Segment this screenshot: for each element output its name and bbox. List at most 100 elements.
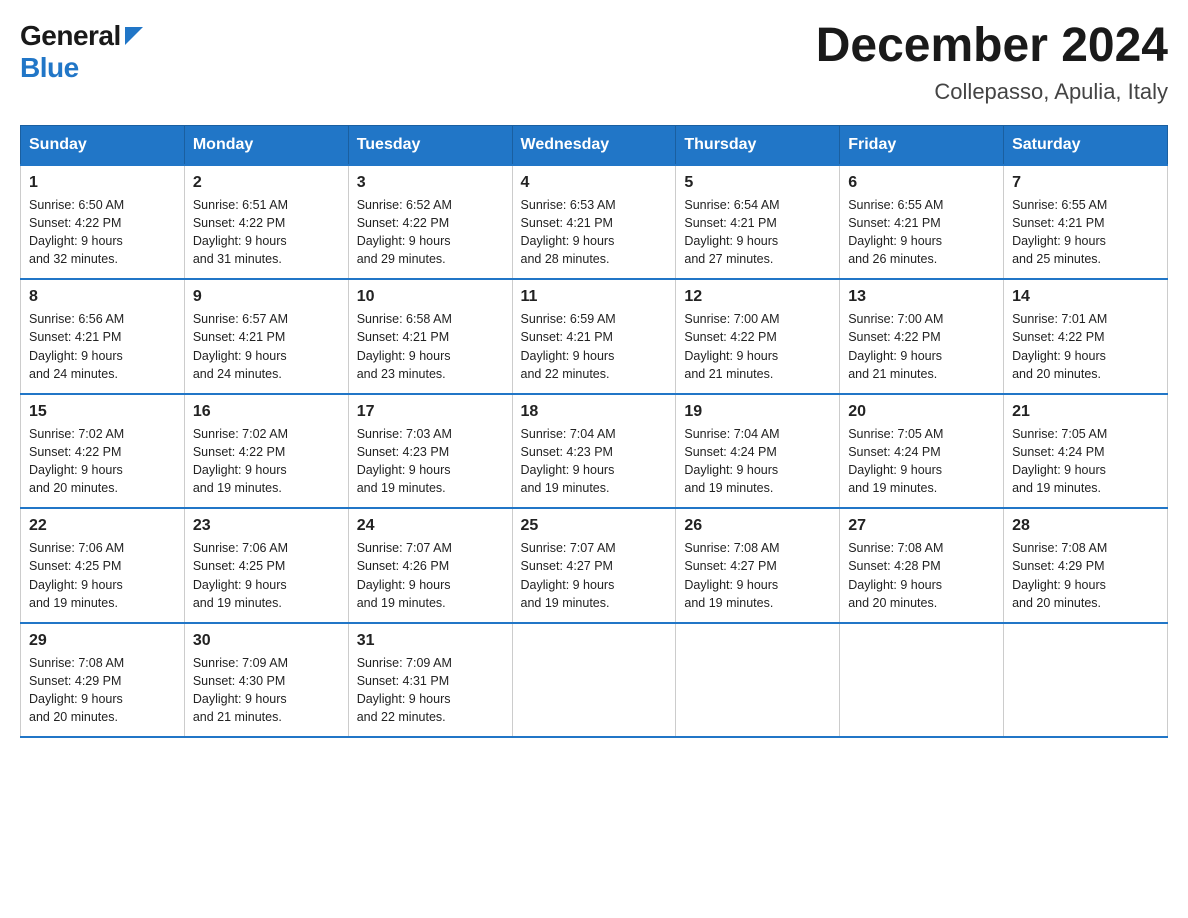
day-number: 5 [684,174,831,192]
day-number: 14 [1012,288,1159,306]
day-info: Sunrise: 7:02 AM Sunset: 4:22 PM Dayligh… [29,425,176,498]
day-number: 4 [521,174,668,192]
table-row: 15 Sunrise: 7:02 AM Sunset: 4:22 PM Dayl… [21,394,185,509]
table-row: 16 Sunrise: 7:02 AM Sunset: 4:22 PM Dayl… [184,394,348,509]
table-row: 11 Sunrise: 6:59 AM Sunset: 4:21 PM Dayl… [512,279,676,394]
day-number: 30 [193,632,340,650]
day-info: Sunrise: 7:00 AM Sunset: 4:22 PM Dayligh… [848,310,995,383]
table-row: 27 Sunrise: 7:08 AM Sunset: 4:28 PM Dayl… [840,508,1004,623]
logo-general-text: General [20,20,121,52]
day-number: 19 [684,403,831,421]
table-row: 10 Sunrise: 6:58 AM Sunset: 4:21 PM Dayl… [348,279,512,394]
day-info: Sunrise: 7:00 AM Sunset: 4:22 PM Dayligh… [684,310,831,383]
day-number: 8 [29,288,176,306]
day-info: Sunrise: 7:07 AM Sunset: 4:26 PM Dayligh… [357,539,504,612]
table-row: 21 Sunrise: 7:05 AM Sunset: 4:24 PM Dayl… [1004,394,1168,509]
day-info: Sunrise: 6:55 AM Sunset: 4:21 PM Dayligh… [1012,196,1159,269]
day-number: 22 [29,517,176,535]
day-number: 2 [193,174,340,192]
table-row: 5 Sunrise: 6:54 AM Sunset: 4:21 PM Dayli… [676,165,840,280]
page-header: General Blue December 2024 Collepasso, A… [20,20,1168,105]
day-number: 18 [521,403,668,421]
day-number: 13 [848,288,995,306]
day-info: Sunrise: 7:06 AM Sunset: 4:25 PM Dayligh… [193,539,340,612]
table-row: 3 Sunrise: 6:52 AM Sunset: 4:22 PM Dayli… [348,165,512,280]
day-info: Sunrise: 7:09 AM Sunset: 4:30 PM Dayligh… [193,654,340,727]
day-info: Sunrise: 6:56 AM Sunset: 4:21 PM Dayligh… [29,310,176,383]
table-row: 12 Sunrise: 7:00 AM Sunset: 4:22 PM Dayl… [676,279,840,394]
day-number: 29 [29,632,176,650]
day-number: 7 [1012,174,1159,192]
header-wednesday: Wednesday [512,125,676,165]
table-row: 29 Sunrise: 7:08 AM Sunset: 4:29 PM Dayl… [21,623,185,738]
day-info: Sunrise: 7:03 AM Sunset: 4:23 PM Dayligh… [357,425,504,498]
table-row: 20 Sunrise: 7:05 AM Sunset: 4:24 PM Dayl… [840,394,1004,509]
month-title: December 2024 [816,20,1168,73]
table-row: 25 Sunrise: 7:07 AM Sunset: 4:27 PM Dayl… [512,508,676,623]
table-row [676,623,840,738]
day-info: Sunrise: 7:05 AM Sunset: 4:24 PM Dayligh… [848,425,995,498]
day-number: 23 [193,517,340,535]
day-info: Sunrise: 7:07 AM Sunset: 4:27 PM Dayligh… [521,539,668,612]
day-info: Sunrise: 7:02 AM Sunset: 4:22 PM Dayligh… [193,425,340,498]
day-info: Sunrise: 6:53 AM Sunset: 4:21 PM Dayligh… [521,196,668,269]
day-number: 17 [357,403,504,421]
table-row: 30 Sunrise: 7:09 AM Sunset: 4:30 PM Dayl… [184,623,348,738]
table-row: 23 Sunrise: 7:06 AM Sunset: 4:25 PM Dayl… [184,508,348,623]
table-row: 13 Sunrise: 7:00 AM Sunset: 4:22 PM Dayl… [840,279,1004,394]
day-info: Sunrise: 7:09 AM Sunset: 4:31 PM Dayligh… [357,654,504,727]
day-number: 12 [684,288,831,306]
header-friday: Friday [840,125,1004,165]
calendar-table: Sunday Monday Tuesday Wednesday Thursday… [20,125,1168,739]
day-number: 26 [684,517,831,535]
table-row: 4 Sunrise: 6:53 AM Sunset: 4:21 PM Dayli… [512,165,676,280]
table-row: 22 Sunrise: 7:06 AM Sunset: 4:25 PM Dayl… [21,508,185,623]
location-title: Collepasso, Apulia, Italy [816,79,1168,105]
title-area: December 2024 Collepasso, Apulia, Italy [816,20,1168,105]
table-row: 7 Sunrise: 6:55 AM Sunset: 4:21 PM Dayli… [1004,165,1168,280]
day-number: 20 [848,403,995,421]
day-info: Sunrise: 6:57 AM Sunset: 4:21 PM Dayligh… [193,310,340,383]
table-row: 9 Sunrise: 6:57 AM Sunset: 4:21 PM Dayli… [184,279,348,394]
day-info: Sunrise: 7:08 AM Sunset: 4:27 PM Dayligh… [684,539,831,612]
day-number: 24 [357,517,504,535]
day-number: 10 [357,288,504,306]
day-number: 11 [521,288,668,306]
table-row: 24 Sunrise: 7:07 AM Sunset: 4:26 PM Dayl… [348,508,512,623]
day-info: Sunrise: 6:59 AM Sunset: 4:21 PM Dayligh… [521,310,668,383]
logo: General Blue [20,20,143,84]
table-row [512,623,676,738]
table-row: 19 Sunrise: 7:04 AM Sunset: 4:24 PM Dayl… [676,394,840,509]
day-info: Sunrise: 7:06 AM Sunset: 4:25 PM Dayligh… [29,539,176,612]
header-saturday: Saturday [1004,125,1168,165]
logo-triangle-icon [125,27,143,50]
day-info: Sunrise: 6:50 AM Sunset: 4:22 PM Dayligh… [29,196,176,269]
day-info: Sunrise: 6:54 AM Sunset: 4:21 PM Dayligh… [684,196,831,269]
table-row [840,623,1004,738]
day-info: Sunrise: 6:51 AM Sunset: 4:22 PM Dayligh… [193,196,340,269]
day-info: Sunrise: 7:08 AM Sunset: 4:28 PM Dayligh… [848,539,995,612]
table-row: 1 Sunrise: 6:50 AM Sunset: 4:22 PM Dayli… [21,165,185,280]
day-info: Sunrise: 6:52 AM Sunset: 4:22 PM Dayligh… [357,196,504,269]
day-number: 27 [848,517,995,535]
table-row: 17 Sunrise: 7:03 AM Sunset: 4:23 PM Dayl… [348,394,512,509]
day-number: 16 [193,403,340,421]
logo-blue-text: Blue [20,52,79,83]
day-info: Sunrise: 7:05 AM Sunset: 4:24 PM Dayligh… [1012,425,1159,498]
header-sunday: Sunday [21,125,185,165]
day-number: 3 [357,174,504,192]
day-info: Sunrise: 7:08 AM Sunset: 4:29 PM Dayligh… [1012,539,1159,612]
day-number: 31 [357,632,504,650]
day-number: 15 [29,403,176,421]
day-info: Sunrise: 7:08 AM Sunset: 4:29 PM Dayligh… [29,654,176,727]
day-number: 25 [521,517,668,535]
days-header-row: Sunday Monday Tuesday Wednesday Thursday… [21,125,1168,165]
day-info: Sunrise: 6:55 AM Sunset: 4:21 PM Dayligh… [848,196,995,269]
day-number: 21 [1012,403,1159,421]
table-row: 14 Sunrise: 7:01 AM Sunset: 4:22 PM Dayl… [1004,279,1168,394]
day-number: 6 [848,174,995,192]
table-row: 2 Sunrise: 6:51 AM Sunset: 4:22 PM Dayli… [184,165,348,280]
day-info: Sunrise: 7:04 AM Sunset: 4:24 PM Dayligh… [684,425,831,498]
day-info: Sunrise: 6:58 AM Sunset: 4:21 PM Dayligh… [357,310,504,383]
day-info: Sunrise: 7:01 AM Sunset: 4:22 PM Dayligh… [1012,310,1159,383]
